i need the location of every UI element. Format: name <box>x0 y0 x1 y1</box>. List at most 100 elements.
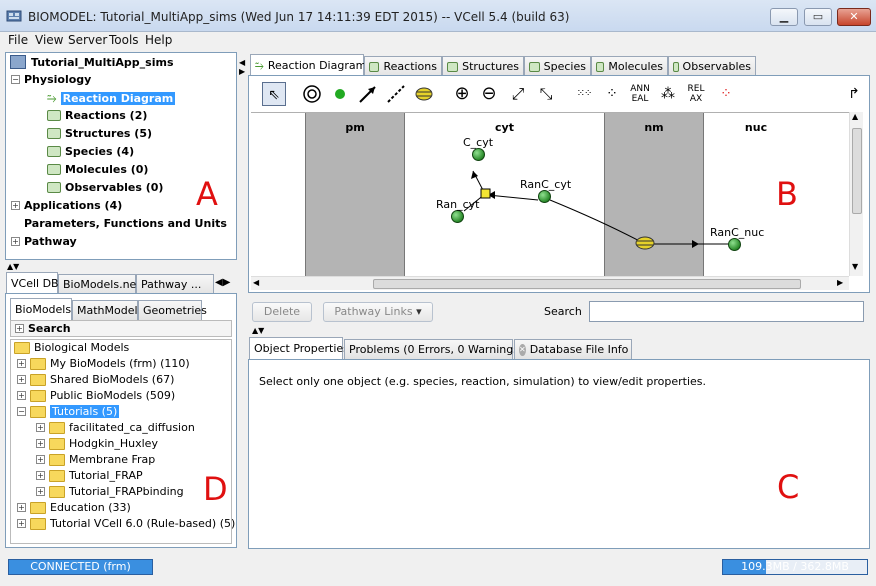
add-reaction-button[interactable] <box>356 82 380 106</box>
tab-problems[interactable]: Problems (0 Errors, 0 Warnings) <box>344 339 523 359</box>
expand-icon[interactable]: + <box>36 439 45 448</box>
relax-layout-button[interactable]: REL AX <box>684 82 708 106</box>
splitter-arrows-icon[interactable]: ▲▼ <box>252 326 264 335</box>
glyph-layout-button[interactable]: ⁘ <box>714 82 738 106</box>
menu-view[interactable]: View <box>35 33 63 47</box>
tree-physiology[interactable]: − Physiology <box>11 73 91 86</box>
expand-icon[interactable]: + <box>36 423 45 432</box>
search-input[interactable] <box>589 301 864 322</box>
tree-parameters[interactable]: Parameters, Functions and Units <box>24 217 227 230</box>
expand-icon[interactable]: + <box>17 391 26 400</box>
tab-geometries[interactable]: Geometries <box>138 300 207 320</box>
delete-button[interactable]: Delete <box>252 302 312 322</box>
tab-object-properties[interactable]: Object Properties <box>249 337 349 359</box>
diagram-canvas[interactable]: pm cyt nm nuc C_cyt RanC_cyt Ran_cyt Ran… <box>251 112 849 276</box>
horizontal-scroll-thumb[interactable] <box>373 279 801 289</box>
tree-tutorial-item[interactable]: + facilitated_ca_diffusion <box>36 421 195 434</box>
tab-vcell-db[interactable]: VCell DB <box>6 272 59 294</box>
tree-item-species[interactable]: Species (4) <box>47 145 134 158</box>
expand-icon[interactable]: + <box>17 375 26 384</box>
tree-my-biomodels[interactable]: + My BioModels (frm) (110) <box>17 357 190 370</box>
tree-shared-biomodels[interactable]: + Shared BioModels (67) <box>17 373 174 386</box>
level-layout-button[interactable]: ⁂ <box>656 82 680 106</box>
zoom-in-button[interactable]: ⊕ <box>450 82 474 106</box>
add-species-button[interactable] <box>328 82 352 106</box>
tree-root[interactable]: Tutorial_MultiApp_sims <box>10 55 174 69</box>
minimize-button[interactable]: ▁ <box>770 8 798 26</box>
horizontal-scrollbar[interactable]: ◀ ▶ <box>251 276 849 290</box>
expand-icon[interactable]: + <box>11 237 20 246</box>
species-node-ranc-nuc[interactable] <box>728 238 741 251</box>
tab-reactions[interactable]: Reactions <box>364 56 442 76</box>
tree-tutorial-item[interactable]: + Tutorial_FRAPbinding <box>36 485 184 498</box>
expand-icon[interactable]: + <box>36 471 45 480</box>
collapse-icon[interactable]: − <box>17 407 26 416</box>
tab-reaction-diagram[interactable]: ⥲ Reaction Diagram <box>250 54 366 76</box>
expand-icon[interactable]: + <box>36 455 45 464</box>
tab-molecules[interactable]: Molecules <box>591 56 668 76</box>
menu-help[interactable]: Help <box>145 33 172 47</box>
tree-tutorials[interactable]: − Tutorials (5) <box>17 405 120 418</box>
scroll-left-icon[interactable]: ◀ <box>253 278 259 287</box>
vertical-scrollbar[interactable]: ▲ ▼ <box>849 112 863 276</box>
tab-structures[interactable]: Structures <box>442 56 524 76</box>
close-circle-icon[interactable]: ✕ <box>519 343 526 356</box>
expand-icon[interactable]: + <box>17 359 26 368</box>
expand-view-button[interactable]: ↱ <box>842 82 866 106</box>
tab-scroll-icon[interactable]: ◀▶ <box>215 277 230 288</box>
tab-mathmodels[interactable]: MathModels <box>72 300 143 320</box>
tree-item-observables[interactable]: Observables (0) <box>47 181 163 194</box>
menu-file[interactable]: File <box>8 33 28 47</box>
expand-icon[interactable]: + <box>17 503 26 512</box>
species-node-ranc-cyt[interactable] <box>538 190 551 203</box>
tree-education[interactable]: + Education (33) <box>17 501 131 514</box>
scroll-down-icon[interactable]: ▼ <box>852 262 858 271</box>
tree-item-molecules[interactable]: Molecules (0) <box>47 163 148 176</box>
fit-button[interactable]: ⤢ <box>506 82 530 106</box>
expand-icon[interactable]: + <box>36 487 45 496</box>
menu-tools[interactable]: Tools <box>109 33 139 47</box>
species-node-ran-cyt[interactable] <box>451 210 464 223</box>
tree-tutorial-item[interactable]: + Membrane Frap <box>36 453 155 466</box>
splitter-arrows-icon[interactable]: ◀ ▶ <box>239 58 245 76</box>
circular-layout-button[interactable]: ⁘ <box>600 82 624 106</box>
tree-tutorial-item[interactable]: + Hodgkin_Huxley <box>36 437 158 450</box>
random-layout-button[interactable]: ⁙⁘ <box>572 82 596 106</box>
close-window-button[interactable]: ✕ <box>837 8 871 26</box>
add-catalyst-button[interactable] <box>384 82 408 106</box>
tab-species[interactable]: Species <box>524 56 591 76</box>
species-node-c-cyt[interactable] <box>472 148 485 161</box>
reaction-node[interactable] <box>480 188 491 199</box>
select-tool-button[interactable]: ⇖ <box>262 82 286 106</box>
maximize-button[interactable]: ▭ <box>804 8 832 26</box>
tree-item-structures[interactable]: Structures (5) <box>47 127 152 140</box>
tab-observables[interactable]: Observables <box>668 56 756 76</box>
tab-biomodels-net[interactable]: BioModels.net <box>58 274 141 294</box>
tab-biomodels[interactable]: BioModels <box>10 298 72 320</box>
tree-item-reactions[interactable]: Reactions (2) <box>47 109 147 122</box>
scroll-right-icon[interactable]: ▶ <box>837 278 843 287</box>
vertical-scroll-thumb[interactable] <box>852 128 862 214</box>
shrink-button[interactable]: ⤡ <box>534 82 558 106</box>
add-structure-button[interactable] <box>300 82 324 106</box>
tree-pathway[interactable]: + Pathway <box>11 235 77 248</box>
tree-item-reaction-diagram[interactable]: ⥲ Reaction Diagram <box>47 91 176 106</box>
tree-public-biomodels[interactable]: + Public BioModels (509) <box>17 389 175 402</box>
expand-icon[interactable]: + <box>17 519 26 528</box>
tab-pathway[interactable]: Pathway ... <box>136 274 214 294</box>
expand-icon[interactable]: + <box>11 201 20 210</box>
flux-node[interactable] <box>635 236 655 250</box>
scroll-up-icon[interactable]: ▲ <box>852 112 858 121</box>
splitter-arrows-icon[interactable]: ▲▼ <box>7 262 19 271</box>
tab-database-file-info[interactable]: ✕ Database File Info <box>514 339 632 359</box>
tree-tutorial-vcell6[interactable]: + Tutorial VCell 6.0 (Rule-based) (5) <box>17 517 235 530</box>
tree-applications[interactable]: + Applications (4) <box>11 199 122 212</box>
menu-server[interactable]: Server <box>68 33 107 47</box>
collapse-icon[interactable]: − <box>11 75 20 84</box>
pathway-links-button[interactable]: Pathway Links ▾ <box>323 302 433 322</box>
tree-tutorial-item[interactable]: + Tutorial_FRAP <box>36 469 143 482</box>
add-flux-button[interactable] <box>412 82 436 106</box>
anneal-layout-button[interactable]: ANN EAL <box>628 82 652 106</box>
zoom-out-button[interactable]: ⊖ <box>477 82 501 106</box>
search-toggle[interactable]: + Search <box>10 320 232 337</box>
